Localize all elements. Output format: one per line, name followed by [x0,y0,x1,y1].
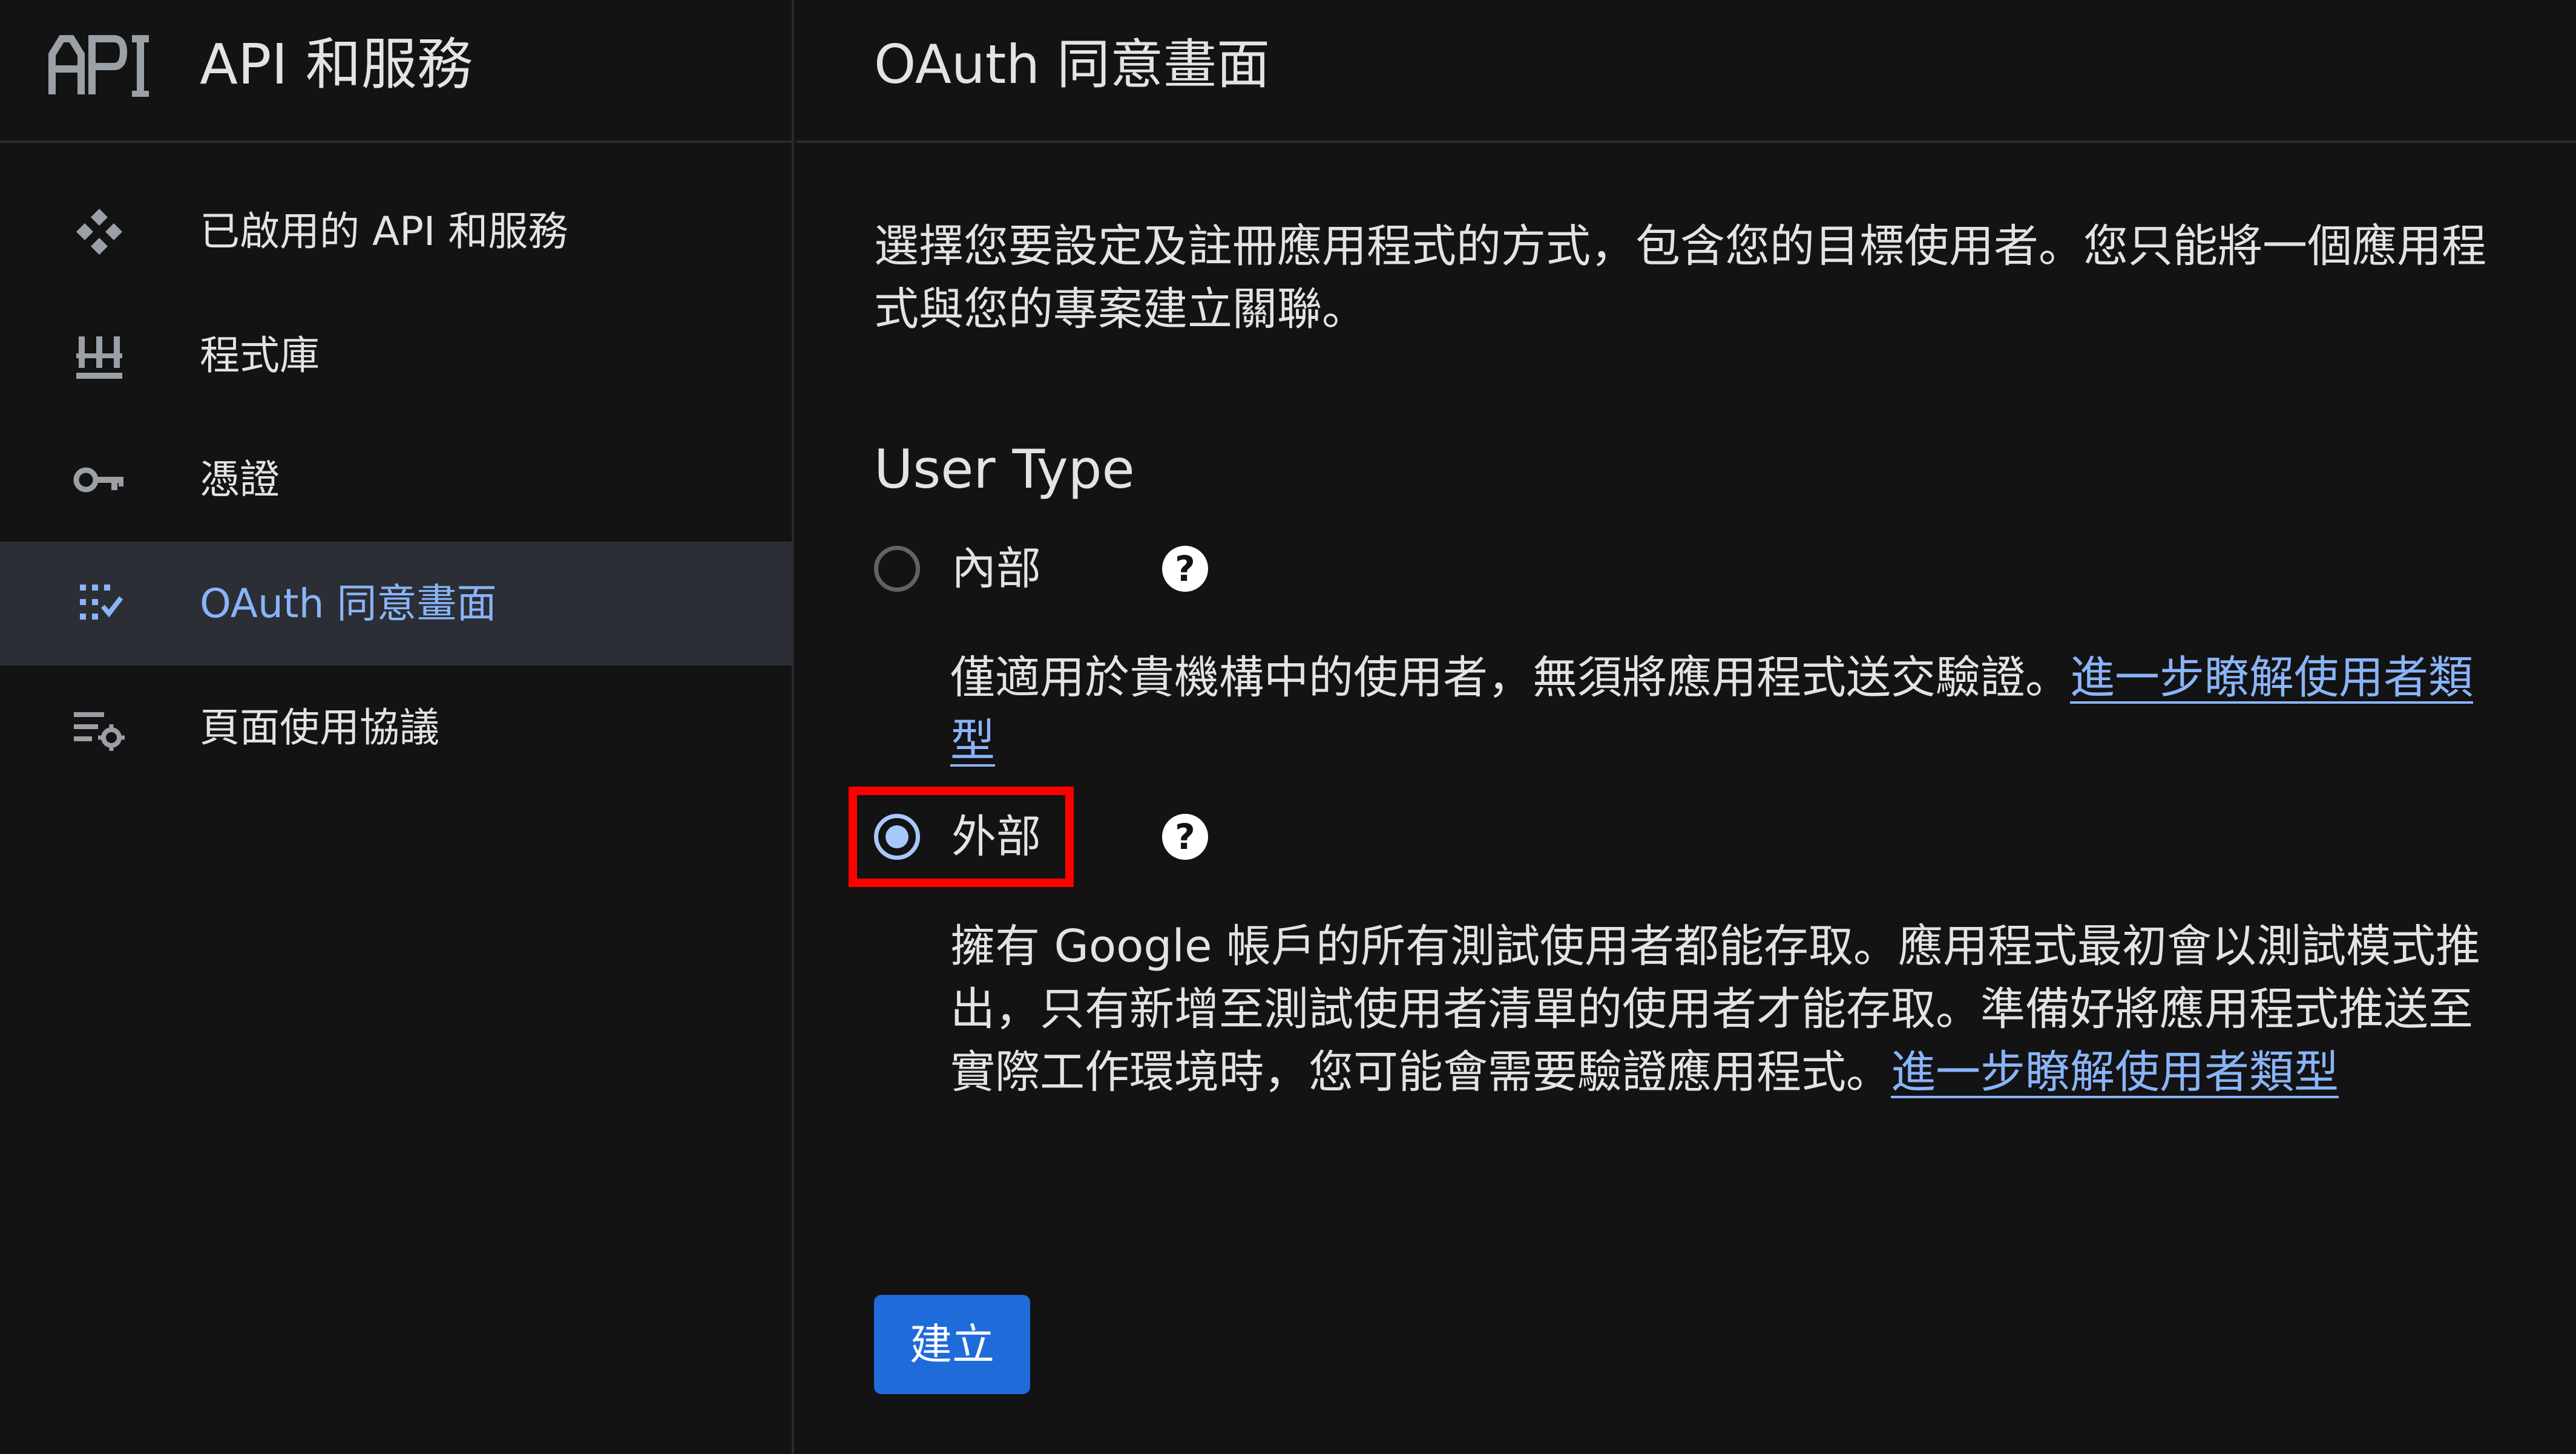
sidebar-item-label: 憑證 [200,456,280,503]
key-icon [73,467,123,492]
page-description: 選擇您要設定及註冊應用程式的方式，包含您的目標使用者。您只能將一個應用程式與您的… [874,220,2486,335]
main-content: OAuth 同意畫面 選擇您要設定及註冊應用程式的方式，包含您的目標使用者。您只… [797,0,2576,1454]
sidebar-item-oauth-consent[interactable]: OAuth 同意畫面 [0,542,792,666]
sidebar-item-label: OAuth 同意畫面 [200,580,497,627]
internal-description: 僅適用於貴機構中的使用者，無須將應用程式送交驗證。進一步瞭解使用者類型 [950,646,2500,772]
help-icon[interactable]: ? [1162,814,1208,860]
learn-more-user-types-link[interactable]: 進一步瞭解使用者類型 [1891,1046,2339,1098]
sidebar-item-label: 頁面使用協議 [200,704,439,751]
user-type-option-external: 外部 ? [874,801,1298,873]
external-description: 擁有 Google 帳戶的所有測試使用者都能存取。應用程式最初會以測試模式推出，… [950,915,2500,1104]
internal-label: 內部 [951,543,1041,595]
external-radio[interactable] [874,814,920,860]
sidebar-header: API 和服務 [0,0,794,143]
api-logo-icon [48,35,149,97]
sidebar-item-enabled-apis[interactable]: 已啟用的 API 和服務 [0,169,792,293]
sidebar-item-label: 已啟用的 API 和服務 [200,208,568,255]
oauth-consent-icon [80,584,123,620]
sidebar-item-credentials[interactable]: 憑證 [0,418,792,542]
help-icon[interactable]: ? [1162,546,1208,592]
sidebar-item-label: 程式庫 [200,332,320,379]
page-title: OAuth 同意畫面 [874,33,1270,96]
user-type-title: User Type [874,438,1135,500]
external-label: 外部 [951,811,1041,863]
internal-radio[interactable] [874,546,920,592]
sidebar-item-page-usage[interactable]: 頁面使用協議 [0,666,792,790]
create-button[interactable]: 建立 [874,1295,1030,1394]
page-settings-icon [74,712,125,751]
product-title: API 和服務 [200,32,473,97]
library-icon [76,336,122,379]
user-type-option-internal: 內部 ? [874,532,1298,605]
internal-description-text: 僅適用於貴機構中的使用者，無須將應用程式送交驗證。 [950,652,2070,704]
sidebar-nav: 已啟用的 API 和服務 程式庫 憑證 OAuth 同意畫面 頁面使用協議 [0,169,792,790]
sidebar-item-library[interactable]: 程式庫 [0,293,792,418]
main-header: OAuth 同意畫面 [797,0,2576,143]
api-services-icon [76,208,122,255]
sidebar: API 和服務 已啟用的 API 和服務 程式庫 憑證 OAuth 同意畫面 頁… [0,0,794,1454]
